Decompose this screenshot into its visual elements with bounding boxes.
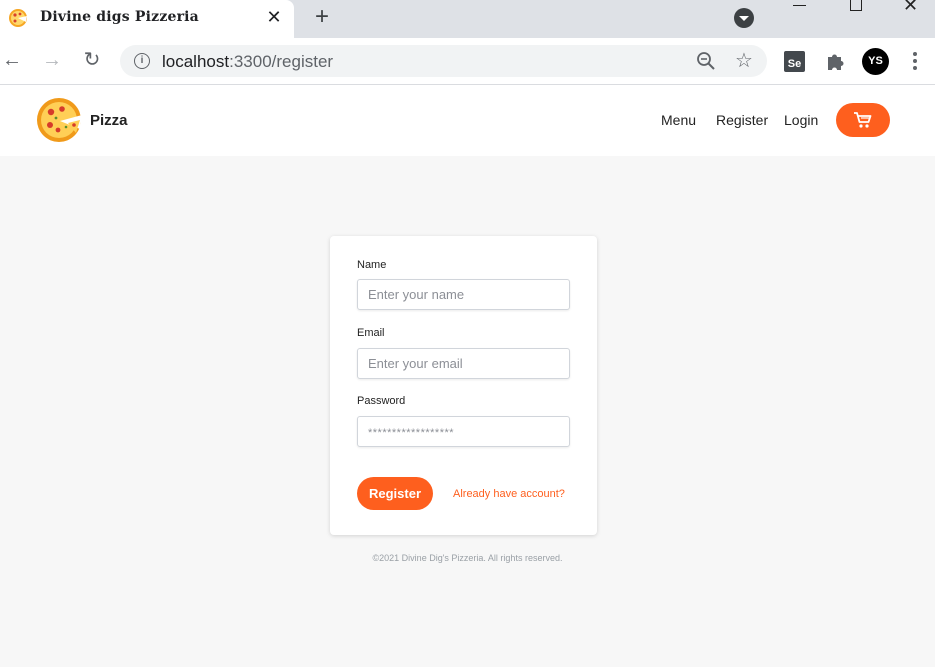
browser-menu-icon[interactable] [912,50,918,72]
url-text: localhost:3300/register [162,52,334,71]
email-label: Email [357,327,385,339]
name-input[interactable] [357,279,570,310]
browser-toolbar: ← → ↻ i localhost:3300/register ☆ Se YS [0,38,935,85]
name-label: Name [357,259,387,271]
close-icon[interactable]: ✕ [265,8,283,26]
tab-search-icon[interactable] [734,8,754,28]
forward-arrow-icon[interactable]: → [40,48,64,72]
reload-icon[interactable]: ↻ [80,48,104,72]
address-bar[interactable]: i localhost:3300/register ☆ [120,45,767,77]
extensions-puzzle-icon[interactable] [824,50,846,72]
back-arrow-icon[interactable]: ← [0,48,24,72]
site-header: Pizza Menu Register Login [0,85,935,156]
email-input[interactable] [357,348,570,379]
nav-login-link[interactable]: Login [784,112,818,128]
cart-icon [854,112,872,128]
footer-copyright: ©2021 Divine Dig's Pizzeria. All rights … [372,553,563,563]
pizza-logo-icon[interactable] [36,97,82,143]
register-card: Name Email Password Register Already hav… [330,236,597,535]
password-label: Password [357,395,406,407]
zoom-out-icon[interactable] [696,51,716,71]
browser-tab-bar: Divine digs Pizzeria ✕ + ✕ [0,0,935,38]
register-button[interactable]: Register [357,477,433,510]
cart-button[interactable] [836,103,890,137]
logo-text[interactable]: Pizza [90,112,128,129]
new-tab-button[interactable]: + [310,5,334,30]
nav-menu-link[interactable]: Menu [661,112,696,128]
pizza-favicon-icon [9,9,27,27]
password-input[interactable] [357,416,570,447]
already-have-account-link[interactable]: Already have account? [453,488,565,500]
site-info-icon[interactable]: i [134,53,150,69]
nav-register-link[interactable]: Register [716,112,768,128]
browser-tab[interactable]: Divine digs Pizzeria ✕ [0,0,294,38]
maximize-icon[interactable] [850,0,862,11]
profile-avatar[interactable]: YS [862,48,889,75]
window-close-icon[interactable]: ✕ [903,0,918,16]
selenium-extension-icon[interactable]: Se [784,51,805,72]
minimize-icon[interactable] [793,5,806,6]
tab-title: Divine digs Pizzeria [40,9,199,25]
bookmark-star-icon[interactable]: ☆ [735,48,753,73]
